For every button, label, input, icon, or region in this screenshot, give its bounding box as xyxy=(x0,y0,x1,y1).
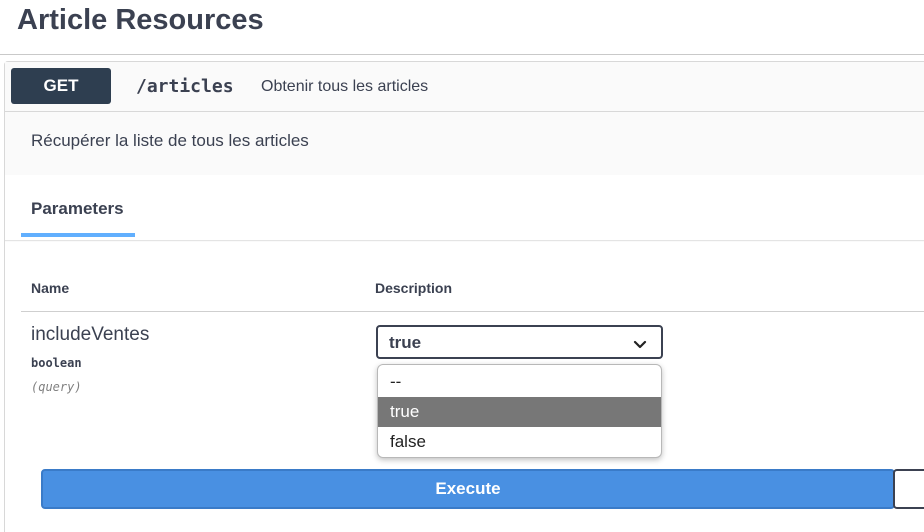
parameter-name: includeVentes xyxy=(31,324,150,345)
tab-parameters[interactable]: Parameters xyxy=(21,175,135,237)
include-ventes-select[interactable]: true xyxy=(376,325,663,359)
clear-button[interactable] xyxy=(893,469,924,509)
option-false[interactable]: false xyxy=(378,427,661,457)
operation-block: GET /articles Obtenir tous les articles … xyxy=(4,61,924,532)
operation-summary-text: Obtenir tous les articles xyxy=(261,78,429,95)
tab-parameters-label: Parameters xyxy=(31,199,124,218)
option-true[interactable]: true xyxy=(378,397,661,427)
parameters-table: Name Description includeVentes boolean (… xyxy=(5,242,924,532)
chevron-down-icon xyxy=(633,337,647,355)
column-header-name: Name xyxy=(31,280,70,296)
page-title: Article Resources xyxy=(17,4,264,36)
tab-active-indicator xyxy=(21,233,135,237)
operation-description: Récupérer la liste de tous les articles xyxy=(31,131,309,150)
select-dropdown-list: -- true false xyxy=(377,364,662,458)
operation-description-area: Récupérer la liste de tous les articles xyxy=(5,113,924,175)
parameters-header: Parameters xyxy=(5,175,924,241)
execute-button[interactable]: Execute xyxy=(41,469,895,509)
column-header-description: Description xyxy=(375,280,453,296)
operation-path: /articles xyxy=(136,76,234,97)
option-empty[interactable]: -- xyxy=(378,367,661,397)
method-badge: GET xyxy=(11,68,111,104)
title-divider xyxy=(0,54,924,55)
parameter-location: (query) xyxy=(31,380,82,394)
operation-summary[interactable]: GET /articles Obtenir tous les articles xyxy=(5,62,924,112)
select-current-value: true xyxy=(389,333,422,352)
parameter-type: boolean xyxy=(31,356,82,370)
column-header-divider xyxy=(21,311,924,312)
